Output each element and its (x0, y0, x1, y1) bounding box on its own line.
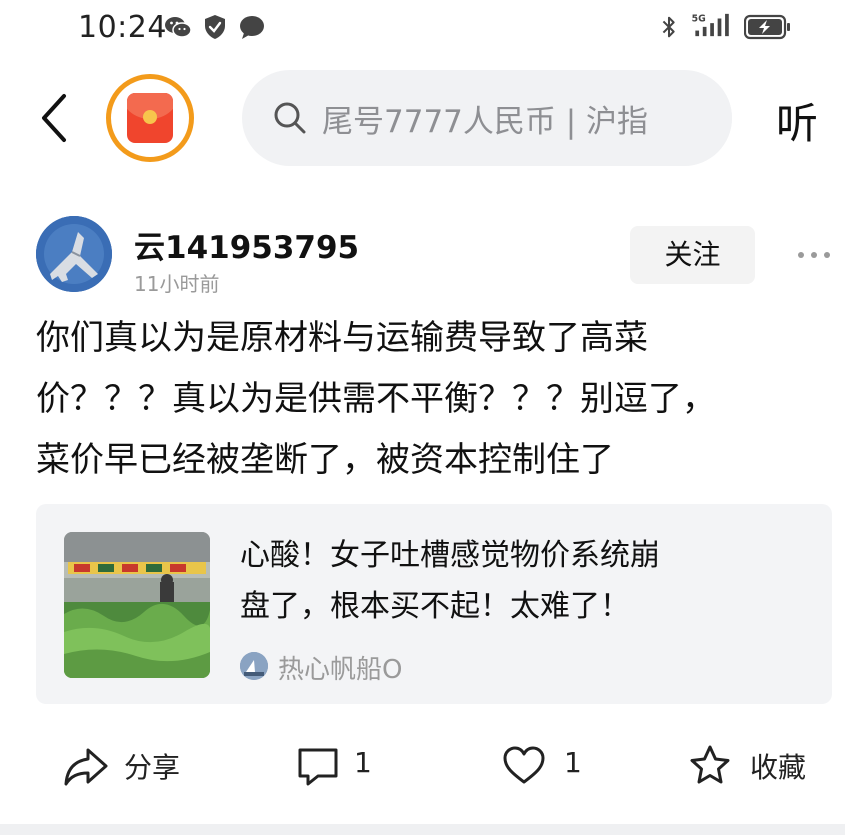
follow-button[interactable]: 关注 (630, 226, 755, 284)
status-bar: 10:24 5G (0, 0, 845, 58)
post-body: 你们真以为是原材料与运输费导致了高菜 价？？？真以为是供需不平衡？？？别逗了， … (36, 308, 816, 491)
avatar[interactable] (36, 216, 112, 292)
red-envelope-icon (127, 93, 173, 143)
top-nav: 尾号7777人民币 | 沪指 听 (0, 66, 845, 170)
more-options-button[interactable] (794, 240, 834, 270)
shared-article-card[interactable]: 心酸！女子吐槽感觉物价系统崩 盘了，根本买不起！太难了！ 热心帆船O (36, 504, 832, 704)
source-name: 热心帆船O (278, 655, 403, 685)
battery-charging-icon (744, 14, 790, 40)
post-time: 11小时前 (134, 272, 220, 296)
search-icon (274, 102, 306, 134)
favorite-label: 收藏 (750, 751, 807, 784)
red-envelope-button[interactable] (106, 74, 194, 162)
source-avatar (240, 652, 268, 680)
status-time: 10:24 (78, 10, 167, 45)
heart-icon (503, 746, 545, 784)
svg-text:5G: 5G (692, 13, 706, 24)
share-label: 分享 (124, 751, 181, 784)
wechat-icon (165, 17, 192, 38)
author-name[interactable]: 云141953795 (134, 222, 359, 267)
comment-icon (298, 748, 338, 786)
post-body-line: 价？？？真以为是供需不平衡？？？别逗了， (36, 379, 716, 419)
shield-check-icon (205, 15, 225, 39)
article-title: 心酸！女子吐槽感觉物价系统崩 盘了，根本买不起！太难了！ (240, 530, 800, 632)
star-icon (690, 745, 730, 784)
like-button[interactable]: 1 (502, 738, 592, 794)
post-body-line: 菜价早已经被垄断了，被资本控制住了 (36, 440, 614, 480)
back-button[interactable] (34, 90, 78, 146)
listen-button[interactable]: 听 (776, 90, 818, 151)
search-bar[interactable]: 尾号7777人民币 | 沪指 (242, 70, 732, 166)
bluetooth-icon (662, 16, 675, 38)
signal-5g-icon: 5G (692, 13, 729, 37)
share-button[interactable]: 分享 (62, 738, 192, 794)
article-title-line: 心酸！女子吐槽感觉物价系统崩 (240, 538, 660, 573)
more-dot-icon (824, 252, 830, 258)
comment-count: 1 (354, 746, 372, 779)
article-thumbnail (64, 532, 210, 678)
bottom-divider (0, 824, 845, 835)
more-dot-icon (811, 252, 817, 258)
comment-button[interactable]: 1 (296, 738, 386, 794)
more-dot-icon (798, 252, 804, 258)
post-body-line: 你们真以为是原材料与运输费导致了高菜 (36, 318, 648, 358)
like-count: 1 (564, 746, 582, 779)
favorite-button[interactable]: 收藏 (688, 738, 818, 794)
search-fade (672, 70, 732, 166)
fighter-jet-icon (36, 216, 112, 292)
chat-bubble-icon (240, 16, 264, 39)
share-arrow-icon (64, 748, 108, 786)
article-title-line: 盘了，根本买不起！太难了！ (240, 589, 630, 624)
search-placeholder: 尾号7777人民币 | 沪指 (322, 104, 649, 140)
